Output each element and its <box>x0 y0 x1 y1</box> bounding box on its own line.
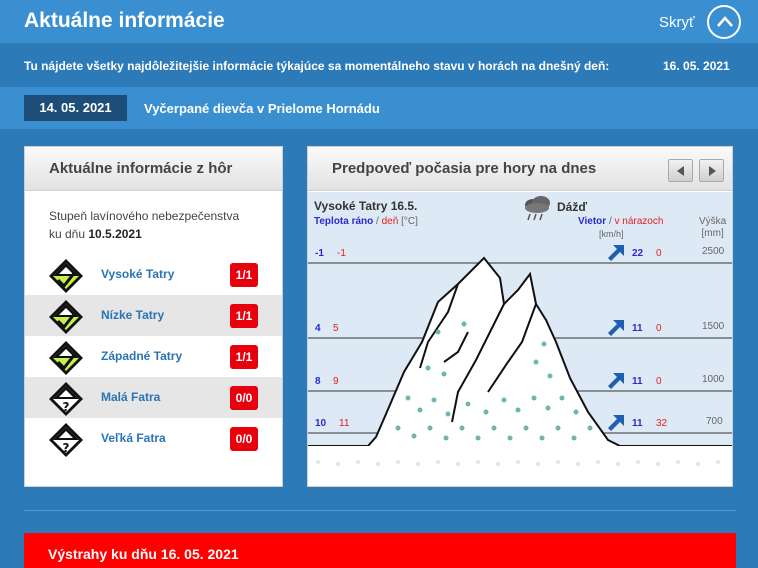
avalanche-info-panel: Aktuálne informácie z hôr Stupeň lavínov… <box>24 146 283 487</box>
intro-date: 16. 05. 2021 <box>663 59 730 73</box>
forecast-region-date: Vysoké Tatry 16.5. <box>314 199 418 213</box>
avalanche-subtitle: Stupeň lavínového nebezpečenstva ku dňu … <box>49 207 269 243</box>
wind-arrow-icon <box>608 245 624 261</box>
news-bar: 14. 05. 2021 Vyčerpané dievča v Prielome… <box>0 87 758 129</box>
region-name[interactable]: Nízke Tatry <box>101 308 164 322</box>
warnings-title: Výstrahy ku dňu 16. 05. 2021 <box>48 546 239 562</box>
level-badge: 1/1 <box>230 263 258 287</box>
region-row[interactable]: ? Malá Fatra 0/0 <box>25 377 282 418</box>
wind-value: 22 <box>632 248 644 259</box>
wind-gust-label: v nárazoch <box>614 216 664 227</box>
temp-separator: / <box>376 216 379 227</box>
forecast-condition: Dážď <box>557 200 587 214</box>
next-button[interactable] <box>699 159 724 182</box>
section-divider <box>24 510 736 511</box>
wind-gust-value: 32 <box>656 418 668 429</box>
avalanche-level-1-icon <box>49 341 83 375</box>
chevron-left-icon <box>677 166 684 176</box>
wind-legend: Vietor / v nárazoch <box>578 216 663 227</box>
intro-text: Tu nájdete všetky najdôležitejšie inform… <box>24 59 610 73</box>
forecast-panel: Predpoveď počasia pre hory na dnes Vysok… <box>307 146 733 487</box>
panel-title: Aktuálne informácie z hôr <box>49 160 233 177</box>
rain-cloud-icon <box>525 196 550 221</box>
temp-day-value: 11 <box>339 418 350 429</box>
wind-separator: / <box>608 216 612 227</box>
svg-text:?: ? <box>63 400 70 414</box>
wind-gust-value: 0 <box>656 248 662 259</box>
weather-profile-chart: Vysoké Tatry 16.5. Dážď Teplota ráno / d… <box>308 192 732 486</box>
news-date-badge: 14. 05. 2021 <box>24 95 127 121</box>
subtitle-date: 10.5.2021 <box>88 227 142 241</box>
wind-unit: [km/h] <box>599 229 624 239</box>
level-badge: 0/0 <box>230 386 258 410</box>
level-badge: 1/1 <box>230 345 258 369</box>
region-row[interactable]: ? Veľká Fatra 0/0 <box>25 418 282 459</box>
svg-text:?: ? <box>63 441 70 455</box>
wind-value: 11 <box>632 418 643 429</box>
level-badge: 0/0 <box>230 427 258 451</box>
page-title: Aktuálne informácie <box>24 9 225 32</box>
top-bar: Aktuálne informácie Skryť <box>0 0 758 43</box>
intro-bar: Tu nájdete všetky najdôležitejšie inform… <box>0 44 758 86</box>
collapse-button[interactable] <box>707 5 741 39</box>
wind-value: 11 <box>632 376 643 387</box>
temp-morning-value: 8 <box>315 376 321 387</box>
wind-gust-value: 0 <box>656 376 662 387</box>
subtitle-prefix: ku dňu <box>49 227 86 241</box>
temp-day-label: deň <box>381 216 399 227</box>
panel-header: Aktuálne informácie z hôr <box>25 147 282 191</box>
altitude-unit: [mm] <box>701 228 724 239</box>
subtitle-line1: Stupeň lavínového nebezpečenstva <box>49 209 240 223</box>
region-row[interactable]: Západné Tatry 1/1 <box>25 336 282 377</box>
region-row[interactable]: Nízke Tatry 1/1 <box>25 295 282 336</box>
wind-arrow-icon <box>608 320 624 336</box>
hide-link[interactable]: Skryť <box>659 14 695 31</box>
avalanche-unknown-icon: ? <box>49 423 83 457</box>
wind-arrow-icon <box>608 415 624 431</box>
chevron-up-icon <box>717 16 733 27</box>
altitude-value: 2500 <box>702 246 725 257</box>
temp-day-value: -1 <box>337 248 346 259</box>
altitude-value: 1000 <box>702 374 725 385</box>
region-name[interactable]: Malá Fatra <box>101 390 160 404</box>
avalanche-level-1-icon <box>49 259 83 293</box>
temp-morning-value: -1 <box>315 248 324 259</box>
level-badge: 1/1 <box>230 304 258 328</box>
altitude-legend: Výška [mm] <box>699 216 726 240</box>
temp-morning-value: 10 <box>315 418 327 429</box>
wind-gust-value: 0 <box>656 323 662 334</box>
altitude-value: 700 <box>706 416 723 427</box>
avalanche-unknown-icon: ? <box>49 382 83 416</box>
warnings-bar[interactable]: Výstrahy ku dňu 16. 05. 2021 <box>24 533 736 568</box>
altitude-label: Výška <box>699 216 727 227</box>
panel-header: Predpoveď počasia pre hory na dnes <box>308 147 732 191</box>
wind-label: Vietor <box>578 216 607 227</box>
region-name[interactable]: Veľká Fatra <box>101 431 166 445</box>
region-row[interactable]: Vysoké Tatry 1/1 <box>25 254 282 295</box>
temp-unit: [°C] <box>401 216 418 227</box>
chevron-right-icon <box>709 166 716 176</box>
region-name[interactable]: Vysoké Tatry <box>101 267 174 281</box>
prev-button[interactable] <box>668 159 693 182</box>
wind-value: 11 <box>632 323 643 334</box>
temp-day-value: 5 <box>333 323 339 334</box>
avalanche-level-1-icon <box>49 300 83 334</box>
news-headline-link[interactable]: Vyčerpané dievča v Prielome Hornádu <box>144 101 380 116</box>
temp-day-value: 9 <box>333 376 339 387</box>
temp-morning-value: 4 <box>315 323 321 334</box>
wind-arrow-icon <box>608 373 624 389</box>
panel-title: Predpoveď počasia pre hory na dnes <box>332 160 597 177</box>
region-name[interactable]: Západné Tatry <box>101 349 182 363</box>
temperature-legend: Teplota ráno / deň [°C] <box>314 216 418 227</box>
altitude-value: 1500 <box>702 321 725 332</box>
temp-morning-label: Teplota ráno <box>314 216 374 227</box>
mountain-illustration <box>308 256 732 486</box>
